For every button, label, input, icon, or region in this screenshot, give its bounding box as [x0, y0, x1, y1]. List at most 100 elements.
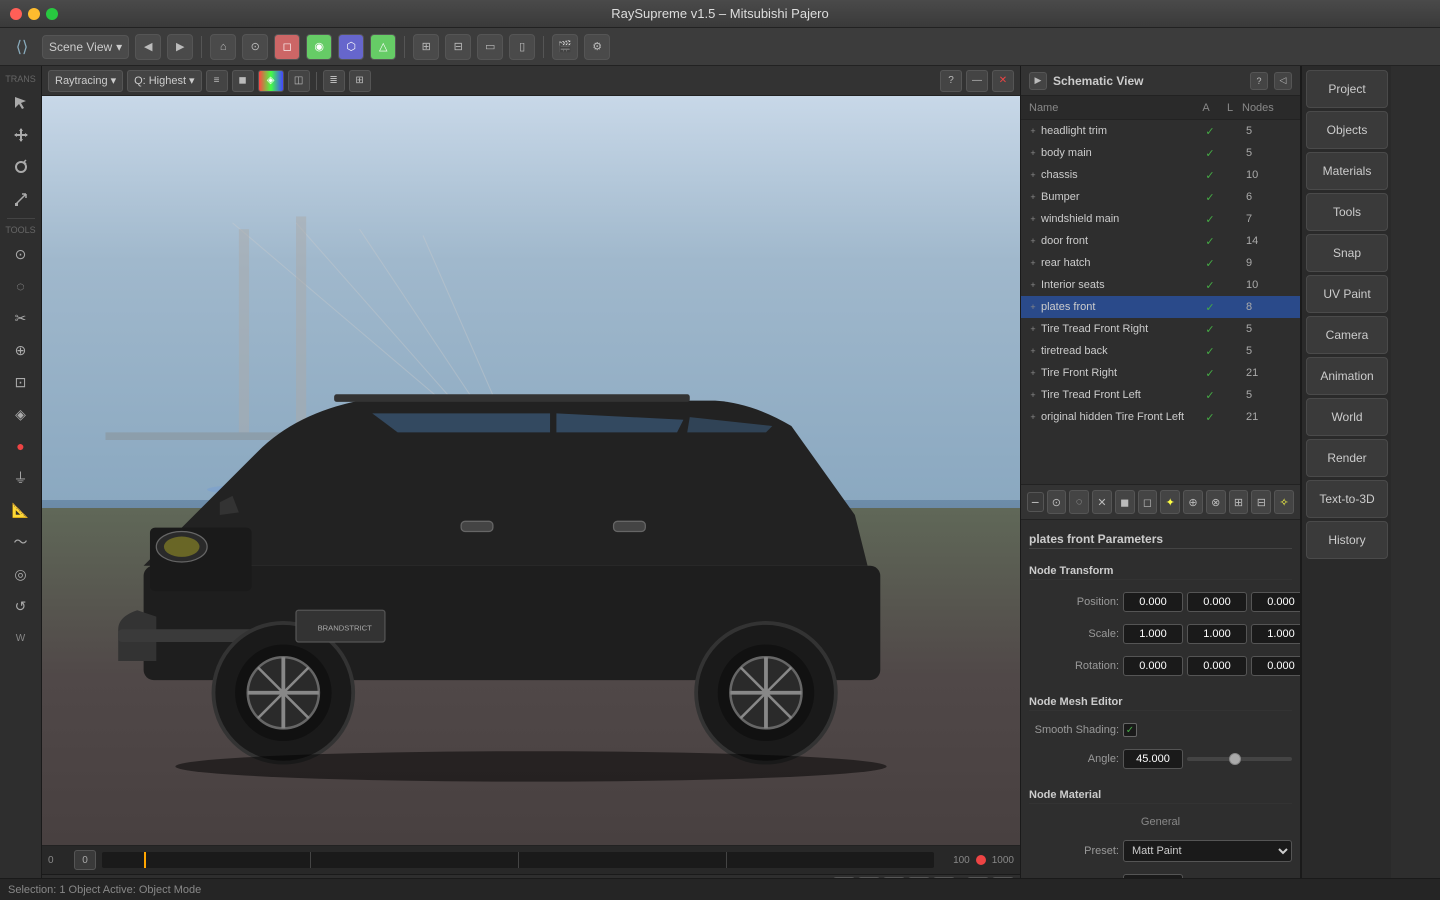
grid-1v-button[interactable]: ▯ [509, 34, 535, 60]
close-button[interactable] [10, 8, 22, 20]
wireframe-btn[interactable]: ≡ [206, 70, 228, 92]
cone-button[interactable]: △ [370, 34, 396, 60]
viewport[interactable]: ✦ [42, 96, 1020, 845]
schematic-row[interactable]: + Tire Tread Front Left ✓ 5 [1021, 384, 1300, 406]
overlay-btn[interactable]: ◫ [288, 70, 310, 92]
schematic-row[interactable]: + tiretread back ✓ 5 [1021, 340, 1300, 362]
position-y-input[interactable] [1187, 592, 1247, 612]
node-tool-6[interactable]: ✦ [1160, 490, 1180, 514]
grid-2v-button[interactable]: ⊟ [445, 34, 471, 60]
minimize-vp-btn[interactable]: — [966, 70, 988, 92]
nav-btn-camera[interactable]: Camera [1306, 316, 1388, 354]
preset-select[interactable]: Matt Paint Gloss Paint Metal Glass [1123, 840, 1292, 862]
nav-btn-history[interactable]: History [1306, 521, 1388, 559]
schematic-row[interactable]: + plates front ✓ 8 [1021, 296, 1300, 318]
schematic-row[interactable]: + rear hatch ✓ 9 [1021, 252, 1300, 274]
render-button[interactable]: 🎬 [552, 34, 578, 60]
record-btn[interactable] [976, 855, 986, 865]
scale-z-input[interactable] [1251, 624, 1300, 644]
node-tool-9[interactable]: ⊞ [1229, 490, 1249, 514]
subdivide-tool[interactable]: ⊕ [6, 335, 36, 365]
loop-cut-tool[interactable]: ↺ [6, 591, 36, 621]
schematic-row[interactable]: + Tire Tread Front Right ✓ 5 [1021, 318, 1300, 340]
scale-y-input[interactable] [1187, 624, 1247, 644]
nav-btn-tools[interactable]: Tools [1306, 193, 1388, 231]
schematic-row[interactable]: + windshield main ✓ 7 [1021, 208, 1300, 230]
settings-button[interactable]: ⚙ [584, 34, 610, 60]
schematic-row[interactable]: + Interior seats ✓ 10 [1021, 274, 1300, 296]
nav-btn-world[interactable]: World [1306, 398, 1388, 436]
help-btn[interactable]: ? [940, 70, 962, 92]
timeline-bar[interactable] [102, 852, 934, 868]
node-tool-4[interactable]: ◼ [1115, 490, 1135, 514]
maximize-button[interactable] [46, 8, 58, 20]
grid-4-button[interactable]: ⊞ [413, 34, 439, 60]
rotation-y-input[interactable] [1187, 656, 1247, 676]
measure-tool[interactable]: 📐 [6, 495, 36, 525]
schematic-row[interactable]: + chassis ✓ 10 [1021, 164, 1300, 186]
back-button[interactable]: ◀ [135, 34, 161, 60]
select-tool[interactable] [6, 88, 36, 118]
grid-1h-button[interactable]: ▭ [477, 34, 503, 60]
schematic-row[interactable]: + headlight trim ✓ 5 [1021, 120, 1300, 142]
knife-tool[interactable]: ✂ [6, 303, 36, 333]
node-tool-7[interactable]: ⊕ [1183, 490, 1203, 514]
bevel-tool[interactable]: ◈ [6, 399, 36, 429]
sphere-add-tool[interactable]: ◎ [6, 559, 36, 589]
schematic-row[interactable]: + Bumper ✓ 6 [1021, 186, 1300, 208]
nav-btn-materials[interactable]: Materials [1306, 152, 1388, 190]
render-mode-dropdown[interactable]: Raytracing ▾ [48, 70, 123, 92]
quality-dropdown[interactable]: Q: Highest ▾ [127, 70, 201, 92]
cube-button[interactable]: ◻ [274, 34, 300, 60]
minimize-button[interactable] [28, 8, 40, 20]
schematic-row[interactable]: + Tire Front Right ✓ 21 [1021, 362, 1300, 384]
scale-x-input[interactable] [1123, 624, 1183, 644]
nav-btn-objects[interactable]: Objects [1306, 111, 1388, 149]
schematic-help-btn[interactable]: ? [1250, 72, 1268, 90]
schematic-row[interactable]: + door front ✓ 14 [1021, 230, 1300, 252]
close-vp-btn[interactable]: ✕ [992, 70, 1014, 92]
sphere-button[interactable]: ◉ [306, 34, 332, 60]
smooth-shading-checkbox[interactable]: ✓ [1123, 723, 1137, 737]
node-tool-1[interactable]: ⊙ [1047, 490, 1067, 514]
rotation-z-input[interactable] [1251, 656, 1300, 676]
position-z-input[interactable] [1251, 592, 1300, 612]
nav-btn-render[interactable]: Render [1306, 439, 1388, 477]
nav-btn-uv-paint[interactable]: UV Paint [1306, 275, 1388, 313]
node-tool-2[interactable]: ◌ [1069, 490, 1089, 514]
node-tool-3[interactable]: ✕ [1092, 490, 1112, 514]
camera-button[interactable]: ⊙ [242, 34, 268, 60]
lasso-tool[interactable]: ◌ [6, 271, 36, 301]
schematic-collapse-btn[interactable]: ◁ [1274, 72, 1292, 90]
scale-tool[interactable] [6, 184, 36, 214]
angle-input[interactable] [1123, 749, 1183, 769]
home-button[interactable]: ⌂ [210, 34, 236, 60]
schematic-row[interactable]: + body main ✓ 5 [1021, 142, 1300, 164]
node-tool-5[interactable]: ◻ [1138, 490, 1158, 514]
forward-button[interactable]: ▶ [167, 34, 193, 60]
nav-btn-project[interactable]: Project [1306, 70, 1388, 108]
extrude-tool[interactable]: ⊡ [6, 367, 36, 397]
nav-btn-animation[interactable]: Animation [1306, 357, 1388, 395]
scene-view-dropdown[interactable]: Scene View ▾ [42, 35, 129, 59]
frame-marker[interactable]: 0 [74, 850, 96, 870]
position-x-input[interactable] [1123, 592, 1183, 612]
cylinder-button[interactable]: ⬡ [338, 34, 364, 60]
nav-btn-snap[interactable]: Snap [1306, 234, 1388, 272]
spline-tool[interactable]: 〜 [6, 527, 36, 557]
move-tool[interactable] [6, 120, 36, 150]
solid-btn[interactable]: ◼ [232, 70, 254, 92]
rotation-x-input[interactable] [1123, 656, 1183, 676]
node-tool-8[interactable]: ⊗ [1206, 490, 1226, 514]
paint-tool[interactable]: ● [6, 431, 36, 461]
unfold-btn[interactable]: ≣ [323, 70, 345, 92]
uv-btn[interactable]: ⊞ [349, 70, 371, 92]
rotate-tool[interactable] [6, 152, 36, 182]
node-tool-11[interactable]: ✧ [1274, 490, 1294, 514]
remove-item-btn[interactable]: − [1027, 492, 1044, 512]
loop-select-tool[interactable]: ⊙ [6, 239, 36, 269]
magnet-tool[interactable]: ⏚ [6, 463, 36, 493]
schematic-play-btn[interactable]: ▶ [1029, 72, 1047, 90]
color-btn[interactable]: ◈ [258, 70, 284, 92]
schematic-row[interactable]: + original hidden Tire Front Left ✓ 21 [1021, 406, 1300, 428]
